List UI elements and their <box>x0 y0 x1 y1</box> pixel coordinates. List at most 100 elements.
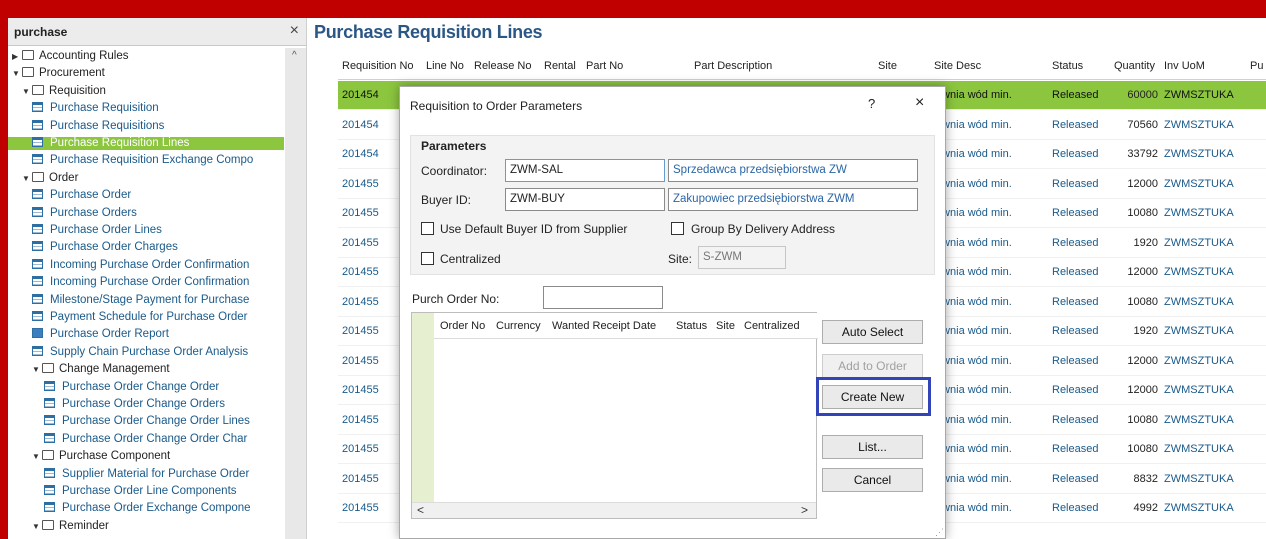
tree-item-label: Incoming Purchase Order Confirmation <box>50 258 250 271</box>
column-header[interactable]: Line No <box>426 60 464 72</box>
order-list[interactable]: Order No Currency Wanted Receipt Date Statu… <box>411 312 818 519</box>
scroll-right-icon[interactable]: > <box>801 503 808 517</box>
column-header[interactable]: Site <box>878 60 897 72</box>
tree-item[interactable]: Purchase Order Change Order Char <box>44 432 247 446</box>
scroll-left-icon[interactable]: < <box>417 503 424 517</box>
collapse-icon[interactable]: ▼ <box>22 172 32 185</box>
tree-item-label: Purchase Order Report <box>50 328 169 341</box>
cell-qty: 12000 <box>1127 384 1158 396</box>
tree-item[interactable]: Incoming Purchase Order Confirmation <box>32 276 249 289</box>
folder-icon <box>32 84 44 95</box>
tree-item[interactable]: Purchase Requisition Lines <box>8 137 284 150</box>
column-header[interactable]: Inv UoM <box>1164 60 1205 72</box>
column-header[interactable]: Status <box>1052 60 1083 72</box>
coordinator-description: Sprzedawca przedsiębiorstwa ZW <box>668 159 918 182</box>
collapse-icon[interactable]: ▼ <box>22 85 32 98</box>
list-column-header[interactable]: Site <box>716 320 735 332</box>
list-column-header[interactable]: Centralized <box>744 320 800 332</box>
tree-folder[interactable]: ▼ Requisition <box>22 84 106 98</box>
navigator-scrollbar[interactable]: ^ <box>285 48 306 539</box>
tree-folder[interactable]: ▼ Reminder <box>32 519 109 533</box>
column-header[interactable]: Rental <box>544 60 576 72</box>
tree-item[interactable]: Purchase Requisitions <box>32 119 165 133</box>
centralized-checkbox[interactable] <box>421 252 434 265</box>
cell-req: 201455 <box>342 325 379 337</box>
tree-item-label: Purchase Requisitions <box>50 119 165 132</box>
cell-qty: 12000 <box>1127 354 1158 367</box>
navigator-search-text[interactable]: purchase <box>14 25 67 39</box>
tree-item[interactable]: Supplier Material for Purchase Order <box>44 467 250 481</box>
buyer-id-field[interactable]: ZWM-BUY <box>505 188 665 211</box>
column-header[interactable]: Part Description <box>694 60 772 72</box>
navigator-search-bar[interactable]: purchase × <box>8 18 306 46</box>
tree-item[interactable]: Purchase Requisition Exchange Compo <box>32 154 253 167</box>
list-button[interactable]: List... <box>822 435 923 459</box>
tree-folder[interactable]: ▼ Procurement <box>12 67 105 80</box>
column-header[interactable]: Site Desc <box>934 60 981 72</box>
cell-uom: ZWMSZTUKA <box>1164 502 1234 514</box>
page-icon <box>32 206 43 217</box>
tree-item[interactable]: Supply Chain Purchase Order Analysis <box>32 345 248 359</box>
folder-icon <box>22 50 34 60</box>
horizontal-scrollbar[interactable]: < > <box>412 502 816 518</box>
centralized-label: Centralized <box>440 252 501 266</box>
list-column-header[interactable]: Currency <box>496 320 541 332</box>
tree-item[interactable]: Purchase Order Report <box>32 328 169 341</box>
tree-item[interactable]: Purchase Order Change Orders <box>44 398 225 411</box>
tree-item[interactable]: Purchase Order Change Order <box>44 380 219 394</box>
list-column-header[interactable]: Status <box>676 320 707 332</box>
use-default-buyer-checkbox[interactable] <box>421 222 434 235</box>
cell-uom: ZWMSZTUKA <box>1164 236 1234 249</box>
tree-item[interactable]: Incoming Purchase Order Confirmation <box>32 258 250 272</box>
column-header[interactable]: Release No <box>474 60 531 72</box>
collapse-icon[interactable]: ▼ <box>32 363 42 376</box>
list-column-header[interactable]: Order No <box>440 320 485 332</box>
cell-uom: ZWMSZTUKA <box>1164 295 1234 308</box>
scroll-up-icon[interactable]: ^ <box>292 50 297 61</box>
coordinator-field[interactable]: ZWM-SAL <box>505 159 665 182</box>
tree-item-label: Supplier Material for Purchase Order <box>62 467 250 480</box>
tree-folder[interactable]: ▼ Purchase Component <box>32 450 170 463</box>
page-icon <box>44 380 55 391</box>
dialog-close-icon[interactable]: × <box>915 94 924 112</box>
column-header[interactable]: Pu <box>1250 60 1263 72</box>
tree-folder[interactable]: ▶ Accounting Rules <box>12 50 129 63</box>
tree-item[interactable]: Purchase Order <box>32 189 131 202</box>
cell-qty: 60000 <box>1127 89 1158 101</box>
tree-item[interactable]: Purchase Order Lines <box>32 224 162 237</box>
resize-grip-icon[interactable]: ⋰ <box>935 527 944 538</box>
list-column-header[interactable]: Wanted Receipt Date <box>552 320 656 332</box>
tree-item[interactable]: Purchase Order Line Components <box>44 485 237 498</box>
cell-req: 201455 <box>342 472 379 485</box>
create-new-button[interactable]: Create New <box>822 385 923 409</box>
column-header[interactable]: Requisition No <box>342 60 414 72</box>
auto-select-button[interactable]: Auto Select <box>822 320 923 344</box>
tree-item[interactable]: Milestone/Stage Payment for Purchase <box>32 293 249 307</box>
tree-item-label: Purchase Order <box>50 189 132 202</box>
tree-item[interactable]: Purchase Order Exchange Compone <box>44 502 251 515</box>
collapse-icon[interactable]: ▼ <box>32 520 42 533</box>
tree-item[interactable]: Payment Schedule for Purchase Order <box>32 311 248 324</box>
cell-uom: ZWMSZTUKA <box>1164 413 1234 426</box>
group-by-delivery-label: Group By Delivery Address <box>691 222 836 236</box>
grid-header: Requisition No Line No Release No Rental Par… <box>338 53 1266 80</box>
column-header[interactable]: Part No <box>586 60 623 72</box>
collapse-icon[interactable]: ▼ <box>12 67 22 80</box>
tree-item[interactable]: Purchase Orders <box>32 206 137 220</box>
cell-req: 201455 <box>342 413 379 426</box>
tree-folder[interactable]: ▼ Change Management <box>32 363 170 376</box>
cell-req: 201455 <box>342 177 379 190</box>
column-header[interactable]: Quantity <box>1114 60 1155 72</box>
collapse-icon[interactable]: ▼ <box>32 450 42 463</box>
cancel-button[interactable]: Cancel <box>822 468 923 492</box>
group-by-delivery-checkbox[interactable] <box>671 222 684 235</box>
tree-folder[interactable]: ▼ Order <box>22 171 78 185</box>
help-icon[interactable]: ? <box>868 96 875 111</box>
tree-item[interactable]: Purchase Requisition <box>32 102 159 115</box>
expand-icon[interactable]: ▶ <box>12 50 22 63</box>
tree-item[interactable]: Purchase Order Change Order Lines <box>44 415 250 428</box>
purch-order-no-input[interactable] <box>543 286 663 309</box>
folder-icon <box>42 450 54 461</box>
tree-item[interactable]: Purchase Order Charges <box>32 241 178 254</box>
close-icon[interactable]: × <box>290 22 299 40</box>
